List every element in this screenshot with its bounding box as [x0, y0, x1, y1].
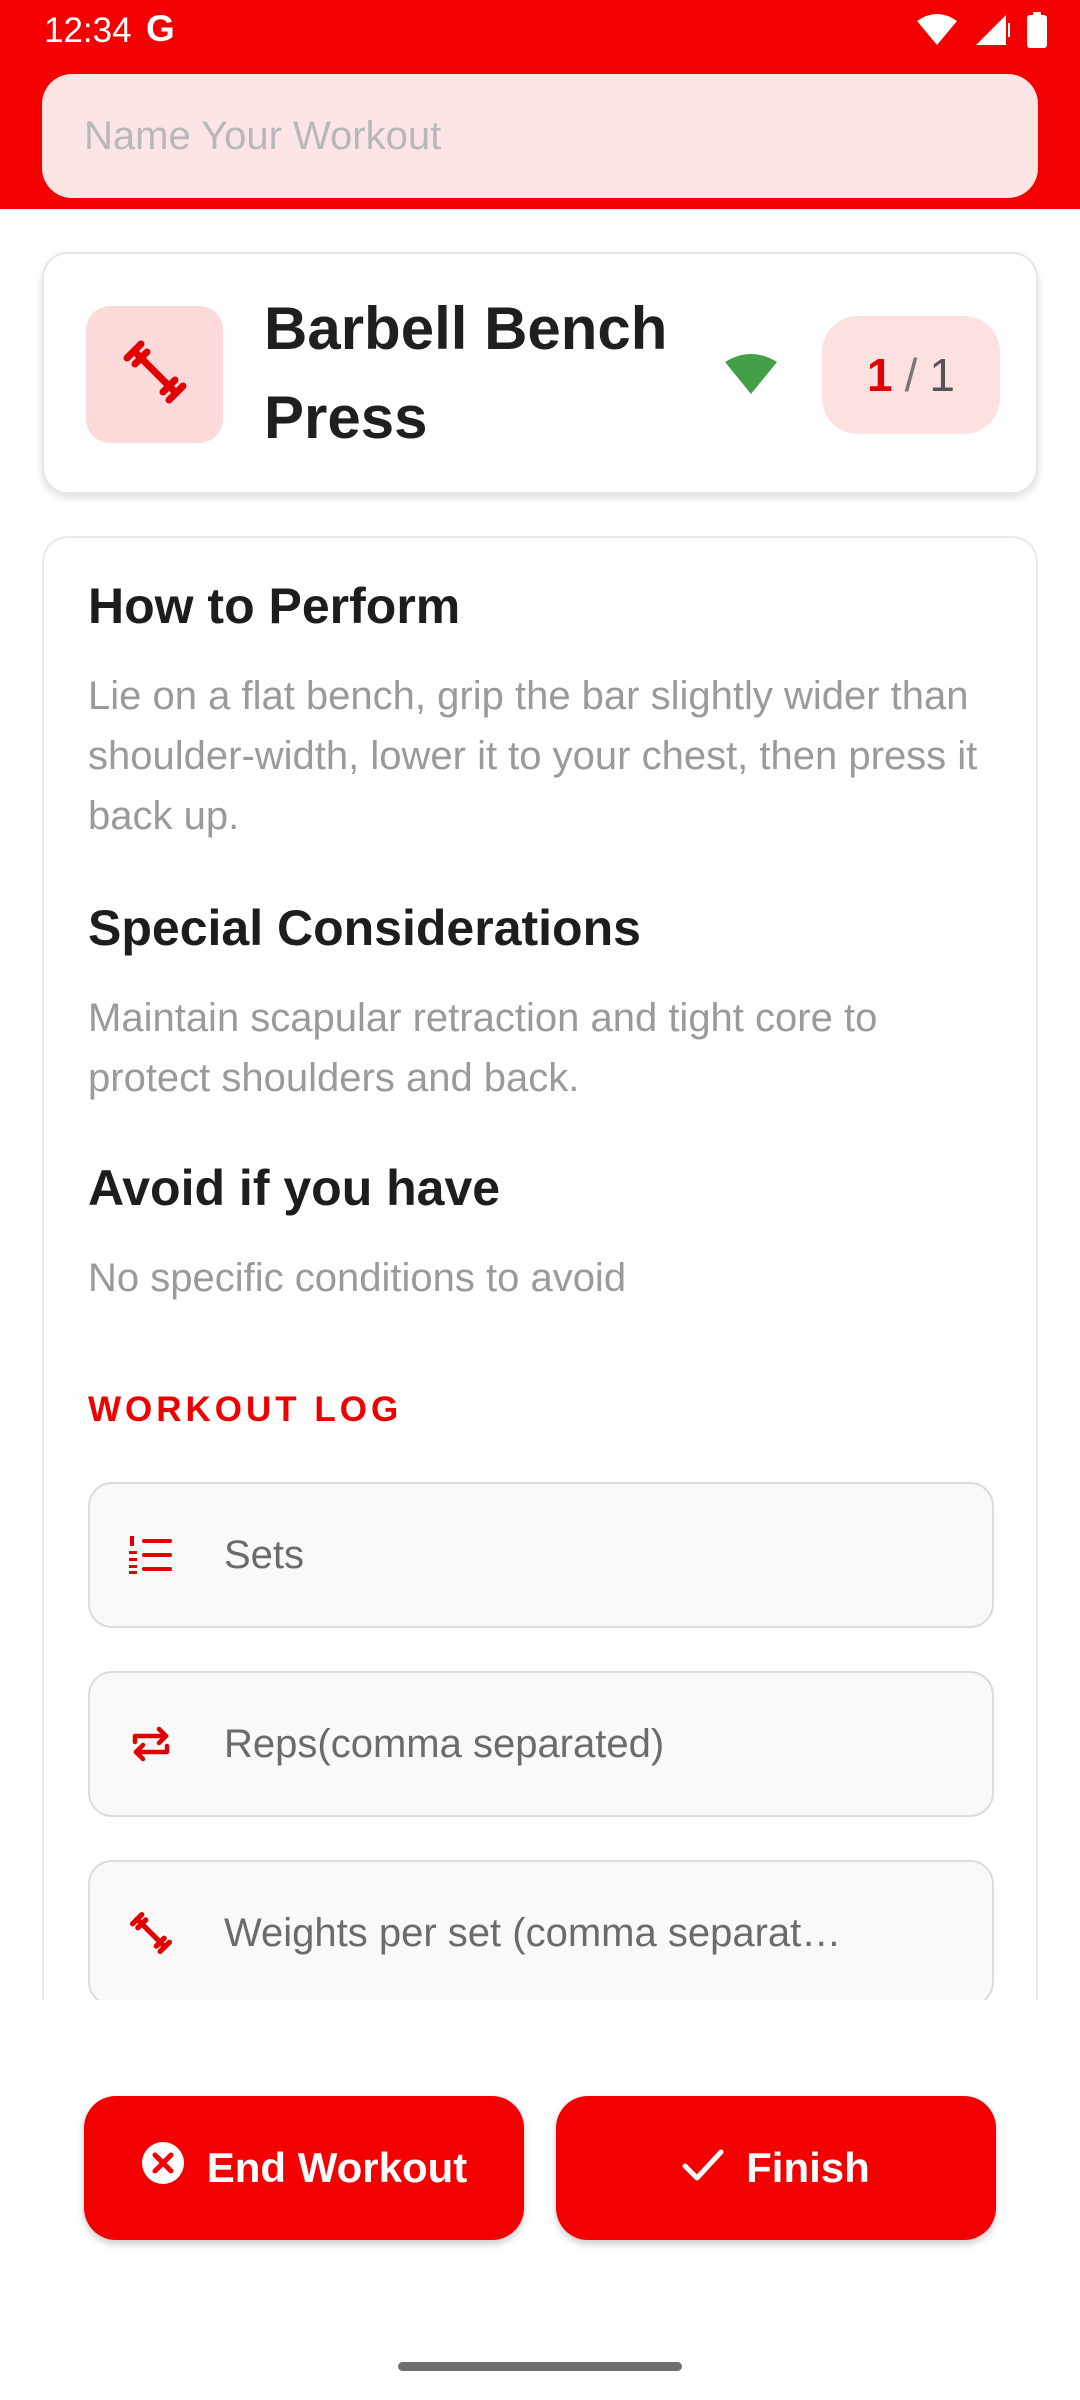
dumbbell-icon: [128, 1910, 174, 1956]
weights-placeholder: Weights per set (comma separat…: [224, 1910, 842, 1955]
avoid-body: No specific conditions to avoid: [88, 1256, 627, 1300]
wifi-icon: [916, 13, 958, 52]
sets-placeholder: Sets: [224, 1532, 305, 1577]
weights-field[interactable]: Weights per set (comma separat…: [88, 1860, 994, 2000]
special-considerations-title: Special Considerations: [88, 900, 641, 956]
special-considerations-body: Maintain scapular retraction and tight c…: [88, 996, 878, 1100]
end-workout-label: End Workout: [206, 2144, 468, 2191]
status-time: 12:34: [44, 11, 132, 50]
reps-placeholder: Reps(comma separated): [224, 1721, 665, 1766]
google-icon: G: [146, 8, 175, 49]
workout-name-input[interactable]: [42, 74, 1038, 198]
end-workout-button[interactable]: End Workout: [84, 2096, 524, 2240]
header: 12:34 G: [0, 0, 1080, 209]
avoid-title: Avoid if you have: [88, 1160, 501, 1216]
counter-separator: /: [904, 349, 918, 401]
cell-signal-icon: [974, 13, 1010, 52]
finish-button[interactable]: Finish: [556, 2096, 996, 2240]
battery-icon: [1026, 11, 1048, 53]
dumbbell-icon: [120, 337, 190, 412]
counter-total: 1: [929, 349, 955, 401]
status-icons: [916, 11, 1048, 53]
counter-current: 1: [867, 349, 893, 401]
cancel-circle-icon: [141, 2141, 185, 2195]
repeat-icon: [128, 1721, 174, 1767]
check-icon: [682, 2144, 724, 2192]
home-indicator[interactable]: [398, 2362, 682, 2371]
list-numbered-icon: [128, 1532, 174, 1578]
reps-field[interactable]: Reps(comma separated): [88, 1671, 994, 1817]
exercise-card[interactable]: Barbell Bench Press 1 / 1: [42, 252, 1038, 494]
status-bar: 12:34 G: [0, 0, 1080, 62]
exercise-title: Barbell Bench Press: [264, 295, 668, 451]
exercise-icon-box: [86, 306, 223, 443]
sets-field[interactable]: Sets: [88, 1482, 994, 1628]
signal-icon: [724, 352, 778, 401]
how-to-perform-title: How to Perform: [88, 578, 461, 634]
finish-label: Finish: [746, 2144, 870, 2191]
how-to-perform-body: Lie on a flat bench, grip the bar slight…: [88, 674, 978, 838]
exercise-counter: 1 / 1: [822, 316, 1000, 434]
workout-log-label: WORKOUT LOG: [88, 1390, 403, 1429]
details-card: How to Perform Lie on a flat bench, grip…: [42, 536, 1038, 2000]
